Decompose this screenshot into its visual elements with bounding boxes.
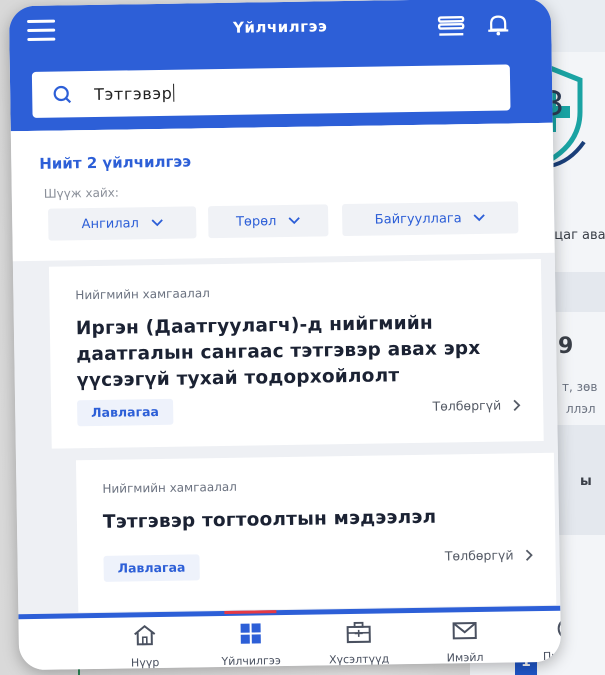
card-fee: Төлбөргүй	[432, 397, 502, 414]
card-title[interactable]: Тэтгэвэр тогтоолтын мэдээлэл	[103, 503, 531, 536]
search-value: Тэтгэвэр	[94, 83, 173, 104]
nav-email-label: Имэйл	[446, 650, 484, 665]
background-text: ллэл	[566, 402, 596, 416]
phone-screen: Үйлчилгээ Тэтгэвэр Нийт 2 үйлчилгээ Шүүж…	[8, 0, 562, 671]
search-input[interactable]: Тэтгэвэр	[31, 64, 511, 118]
filter-type-dropdown[interactable]: Төрөл	[207, 204, 329, 239]
chevron-down-icon	[288, 217, 301, 225]
service-card[interactable]: Нийгмийн хамгаалал Тэтгэвэр тогтоолтын м…	[75, 452, 557, 613]
mail-icon	[452, 622, 477, 640]
card-fee-link[interactable]: Төлбөргүй	[444, 547, 534, 564]
filter-organization-label: Байгууллага	[374, 210, 462, 228]
results-area: Нийт 2 үйлчилгээ Шүүж хайх: Ангилал Төрө…	[10, 122, 561, 615]
nav-email[interactable]: Имэйл	[414, 617, 515, 666]
profile-icon	[557, 617, 562, 640]
filter-category-label: Ангилал	[81, 215, 139, 232]
chevron-right-icon	[513, 399, 521, 411]
nav-profile[interactable]: Профайл	[518, 616, 562, 665]
card-title[interactable]: Иргэн (Даатгуулагч)-д нийгмийн даатгалын…	[76, 309, 519, 394]
chevron-down-icon	[473, 214, 486, 222]
filter-type-label: Төрөл	[235, 213, 277, 230]
bottom-navigation: Нүүр Үйлчилгээ Хүсэлтүүд Имэйл Профайл	[18, 605, 562, 671]
chevron-down-icon	[151, 219, 163, 227]
nav-profile-label: Профайл	[542, 649, 562, 663]
background-number: 9	[558, 334, 574, 359]
results-count: Нийт 2 үйлчилгээ	[39, 152, 192, 173]
search-icon	[53, 85, 72, 104]
chevron-right-icon	[525, 549, 533, 561]
card-fee-link[interactable]: Төлбөргүй	[432, 397, 521, 414]
home-icon	[134, 624, 156, 646]
filter-label: Шүүж хайх:	[43, 185, 119, 201]
background-text: т, зөв	[562, 380, 598, 394]
nav-home[interactable]: Нүүр	[95, 622, 196, 670]
notification-bell-icon[interactable]	[485, 11, 511, 37]
text-caret	[173, 83, 175, 102]
background-text: , цаг ава	[546, 228, 605, 243]
card-fee: Төлбөргүй	[444, 547, 514, 564]
list-view-icon[interactable]	[437, 15, 465, 37]
filter-organization-dropdown[interactable]: Байгууллага	[341, 201, 519, 237]
grid-icon	[240, 623, 261, 644]
page-title: Үйлчилгээ	[232, 17, 328, 37]
service-card[interactable]: Нийгмийн хамгаалал Иргэн (Даатгуулагч)-д…	[48, 258, 544, 449]
active-tab-indicator	[224, 610, 277, 614]
card-tag: Лавлагаа	[77, 398, 174, 427]
background-text: ы	[580, 474, 592, 489]
nav-home-label: Нүүр	[130, 656, 160, 670]
nav-requests-label: Хүсэлтүүд	[328, 652, 390, 667]
card-category: Нийгмийн хамгаалал	[75, 286, 210, 303]
app-header: Үйлчилгээ Тэтгэвэр	[8, 0, 553, 132]
nav-services[interactable]: Үйлчилгээ	[201, 621, 302, 670]
card-category: Нийгмийн хамгаалал	[102, 479, 237, 496]
nav-services-label: Үйлчилгээ	[221, 654, 281, 669]
filter-panel: Нийт 2 үйлчилгээ Шүүж хайх: Ангилал Төрө…	[10, 122, 555, 262]
briefcase-icon	[346, 621, 371, 644]
filter-category-dropdown[interactable]: Ангилал	[48, 206, 197, 241]
nav-requests[interactable]: Хүсэлтүүд	[309, 619, 410, 668]
card-tag: Лавлагаа	[103, 554, 200, 582]
